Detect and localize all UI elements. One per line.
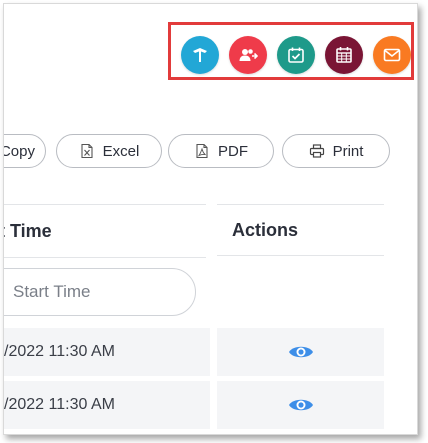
calendar-grid-icon: [336, 47, 352, 63]
assign-users-button[interactable]: [229, 36, 267, 74]
copy-label: Copy: [4, 142, 35, 160]
start-time-cell: 01/14/2022 11:30 AM: [4, 343, 115, 360]
copy-button[interactable]: Copy: [4, 134, 46, 168]
eye-icon[interactable]: [288, 343, 314, 361]
eye-icon[interactable]: [288, 396, 314, 414]
excel-label: Excel: [102, 142, 140, 160]
excel-button[interactable]: Excel: [56, 134, 162, 168]
table-row: 01/14/2022 11:30 AM: [4, 381, 210, 429]
pdf-button[interactable]: PDF: [168, 134, 274, 168]
quick-actions-highlight: [168, 22, 414, 80]
pdf-label: PDF: [218, 142, 248, 160]
screenshot-frame: Copy Excel PDF Print: [3, 3, 418, 435]
mail-icon: [383, 48, 401, 62]
tool-button[interactable]: [181, 36, 219, 74]
column-header-start-time[interactable]: Start Time: [4, 204, 206, 258]
page-content: Copy Excel PDF Print: [4, 4, 417, 434]
user-assign-icon: [239, 49, 258, 61]
table-row: 01/14/2022 11:30 AM: [4, 328, 210, 376]
actions-cell: [217, 328, 384, 376]
start-time-filter-input[interactable]: [4, 268, 196, 316]
tool-icon: [193, 48, 207, 62]
pdf-file-icon: [196, 143, 208, 159]
excel-file-icon: [81, 143, 93, 159]
start-time-cell: 01/14/2022 11:30 AM: [4, 396, 115, 413]
print-button[interactable]: Print: [282, 134, 390, 168]
actions-header-label: Actions: [232, 219, 299, 240]
print-label: Print: [332, 142, 364, 160]
printer-icon: [309, 144, 324, 158]
column-header-actions: Actions: [217, 204, 384, 256]
mail-button[interactable]: [373, 36, 411, 74]
actions-cell: [217, 381, 384, 429]
calendar-check-icon: [288, 47, 304, 63]
calendar-button[interactable]: [325, 36, 363, 74]
start-time-header-label: Start Time: [4, 220, 52, 241]
calendar-check-button[interactable]: [277, 36, 315, 74]
